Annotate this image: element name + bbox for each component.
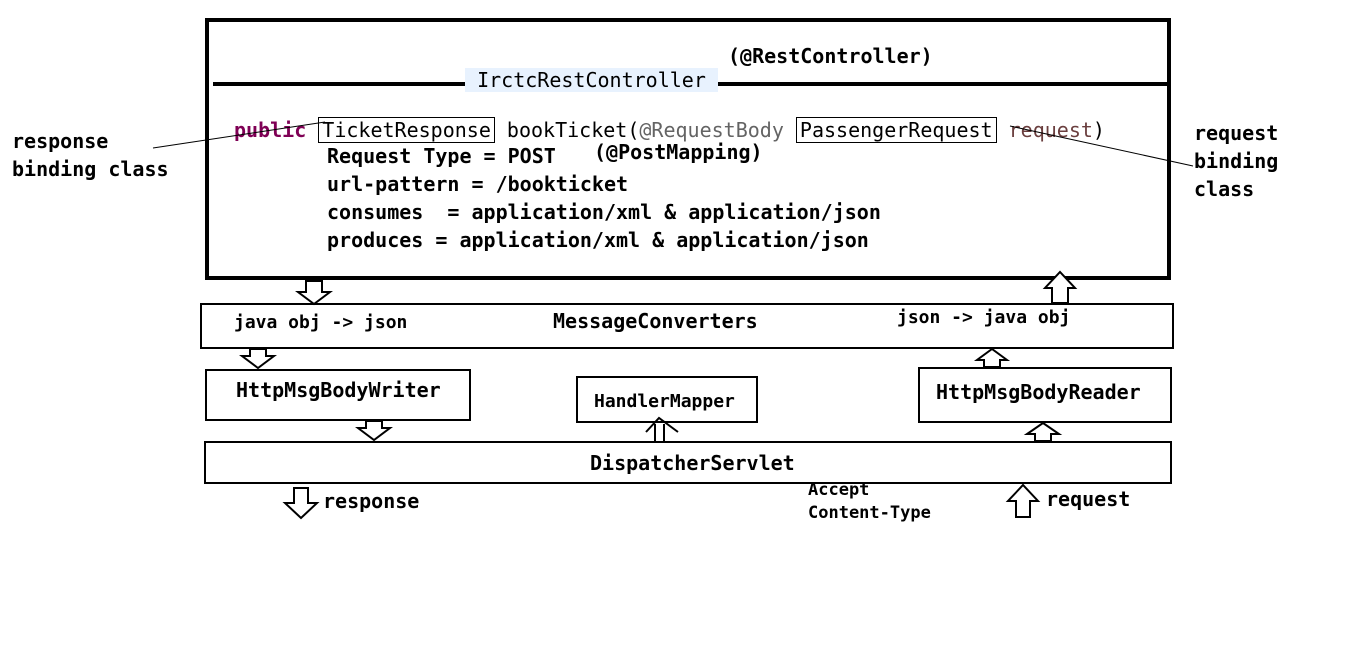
request-class-box: PassengerRequest (795, 117, 997, 143)
param-name: request (1008, 118, 1093, 142)
response-binding-label-1: response (12, 129, 109, 153)
request-binding-label-3: class (1194, 177, 1255, 201)
produces-line: produces = application/xml & application… (327, 228, 869, 252)
request-label: request (1046, 487, 1131, 511)
public-keyword: public (234, 118, 307, 142)
request-type-line: Request Type = POST (327, 144, 556, 168)
arrow-down-icon (355, 420, 393, 442)
post-mapping-annotation: (@PostMapping) (594, 140, 763, 164)
method-signature: public TicketResponse bookTicket(@Reques… (234, 94, 1105, 143)
body-reader-label: HttpMsgBodyReader (936, 380, 1141, 404)
arrow-up-icon (1023, 421, 1063, 442)
request-binding-label-2: binding (1194, 149, 1279, 173)
accept-header-label: Accept (808, 480, 870, 500)
response-label: response (323, 489, 420, 513)
request-arrow-up-icon (1005, 483, 1041, 518)
url-pattern-line: url-pattern = /bookticket (327, 172, 629, 196)
dispatcher-servlet-label: DispatcherServlet (590, 451, 795, 475)
arrow-down-icon (295, 280, 333, 306)
rest-controller-annotation: (@RestController) (728, 44, 933, 68)
response-arrow-down-icon (282, 487, 320, 520)
request-body-annotation: @RequestBody (639, 118, 784, 142)
request-binding-label-1: request (1194, 121, 1279, 145)
json-to-java-label: json -> java obj (897, 307, 1071, 328)
consumes-line: consumes = application/xml & application… (327, 200, 881, 224)
controller-title: IrctcRestController (441, 44, 718, 92)
message-converters-title: MessageConverters (553, 309, 758, 333)
method-name: bookTicket( (506, 118, 640, 142)
arrow-up-icon (973, 347, 1011, 368)
response-class-box: TicketResponse (318, 117, 495, 143)
close-paren: ) (1092, 118, 1105, 142)
arrow-down-icon (239, 348, 277, 370)
handler-mapper-label: HandlerMapper (594, 391, 735, 412)
class-name: IrctcRestController (465, 68, 718, 92)
java-to-json-label: java obj -> json (234, 312, 408, 333)
response-binding-label-2: binding class (12, 157, 169, 181)
content-type-header-label: Content-Type (808, 503, 931, 523)
body-writer-label: HttpMsgBodyWriter (236, 378, 441, 402)
